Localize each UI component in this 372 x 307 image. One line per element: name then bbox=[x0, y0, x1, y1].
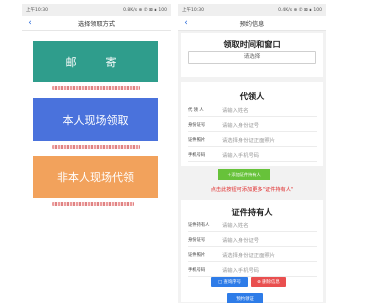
holder-id-input[interactable]: 请输入身份证号 bbox=[222, 236, 259, 244]
status-time: 上午10:30 bbox=[26, 8, 48, 13]
holder-id-row: 身份证号 请输入身份证号 bbox=[188, 233, 317, 247]
page-title: 预约信息 bbox=[239, 20, 265, 28]
agent-name-row: 代 领 人 请输入姓名 bbox=[188, 103, 317, 117]
right-phone-screen: 上午10:30 0.4K/s ⊕ ✆ ⊠ ∎ 100 ‹ 预约信息 领取时间和窗… bbox=[178, 4, 326, 303]
agent-phone-input[interactable]: 请输入手机号码 bbox=[222, 151, 259, 159]
submit-appointment-button[interactable]: 预约领证 bbox=[227, 293, 263, 303]
back-chevron-icon[interactable]: ‹ bbox=[25, 17, 35, 30]
agent-heading: 代领人 bbox=[239, 91, 265, 101]
field-label: 证件照片 bbox=[188, 137, 206, 143]
agent-card: 代领人 代 领 人 请输入姓名 身份证号 请输入身份证号 证件照片 请选择身份证… bbox=[181, 82, 323, 166]
field-label: 身份证号 bbox=[188, 122, 206, 128]
appointment-form: 领取时间和窗口 请选择 代领人 代 领 人 请输入姓名 身份证号 请输入身份证号… bbox=[178, 31, 326, 303]
nav-bar: ‹ 选择领取方式 bbox=[22, 16, 171, 31]
nav-bar: ‹ 预约信息 bbox=[178, 16, 326, 31]
field-label: 代 领 人 bbox=[188, 107, 204, 113]
agent-photo-row: 证件照片 请选择身份证正面照片 bbox=[188, 133, 317, 147]
back-chevron-icon[interactable]: ‹ bbox=[181, 17, 191, 30]
holder-heading: 证件持有人 bbox=[231, 207, 273, 217]
agent-photo-picker[interactable]: 请选择身份证正面照片 bbox=[222, 136, 275, 144]
status-time: 上午10:30 bbox=[182, 8, 204, 13]
self-pickup-option-button[interactable]: 本人现场领取 bbox=[33, 98, 158, 141]
field-label: 证件照片 bbox=[188, 252, 206, 258]
query-number-button[interactable]: □ 查询序号 bbox=[211, 277, 248, 287]
add-holder-button[interactable]: ＋添加证件持有人 bbox=[218, 169, 270, 180]
page-title: 选择领取方式 bbox=[77, 20, 116, 28]
delete-info-button[interactable]: ⊗ 删除信息 bbox=[251, 277, 286, 287]
holder-name-input[interactable]: 请输入姓名 bbox=[222, 221, 249, 229]
field-label: 手机号码 bbox=[188, 267, 206, 273]
holder-phone-row: 手机号码 请输入手机号码 bbox=[188, 263, 317, 277]
holder-phone-input[interactable]: 请输入手机号码 bbox=[222, 266, 259, 274]
status-bar: 上午10:30 0.4K/s ⊕ ✆ ⊠ ∎ 100 bbox=[178, 4, 326, 16]
agent-id-input[interactable]: 请输入身份证号 bbox=[222, 121, 259, 129]
left-phone-screen: 上午10:30 0.8K/s ⊕ ✆ ⊠ ∎ 100 ‹ 选择领取方式 邮 寄 … bbox=[22, 4, 171, 303]
redacted-text bbox=[52, 145, 140, 149]
time-window-select[interactable]: 请选择 bbox=[188, 51, 316, 64]
time-window-card: 领取时间和窗口 请选择 bbox=[181, 33, 323, 77]
mail-option-button[interactable]: 邮 寄 bbox=[33, 41, 158, 82]
field-label: 手机号码 bbox=[188, 152, 206, 158]
holder-name-row: 证件持有人 请输入姓名 bbox=[188, 218, 317, 232]
redacted-text bbox=[52, 202, 134, 206]
status-bar: 上午10:30 0.8K/s ⊕ ✆ ⊠ ∎ 100 bbox=[22, 4, 171, 16]
holder-photo-row: 证件照片 请选择身份证正面照片 bbox=[188, 248, 317, 262]
redacted-text bbox=[52, 86, 140, 90]
field-label: 身份证号 bbox=[188, 237, 206, 243]
status-icons: 0.4K/s ⊕ ✆ ⊠ ∎ 100 bbox=[278, 7, 322, 13]
status-icons: 0.8K/s ⊕ ✆ ⊠ ∎ 100 bbox=[123, 7, 167, 13]
field-label: 证件持有人 bbox=[188, 222, 210, 228]
agent-id-row: 身份证号 请输入身份证号 bbox=[188, 118, 317, 132]
agent-phone-row: 手机号码 请输入手机号码 bbox=[188, 148, 317, 162]
agent-name-input[interactable]: 请输入姓名 bbox=[222, 106, 249, 114]
pickup-method-list: 邮 寄 本人现场领取 非本人现场代领 bbox=[22, 31, 171, 303]
add-holder-hint: 点击此按钮可添加更多"证件持有人" bbox=[210, 187, 294, 193]
time-window-heading: 领取时间和窗口 bbox=[223, 39, 281, 49]
proxy-pickup-option-button[interactable]: 非本人现场代领 bbox=[33, 156, 158, 198]
holder-photo-picker[interactable]: 请选择身份证正面照片 bbox=[222, 251, 275, 259]
